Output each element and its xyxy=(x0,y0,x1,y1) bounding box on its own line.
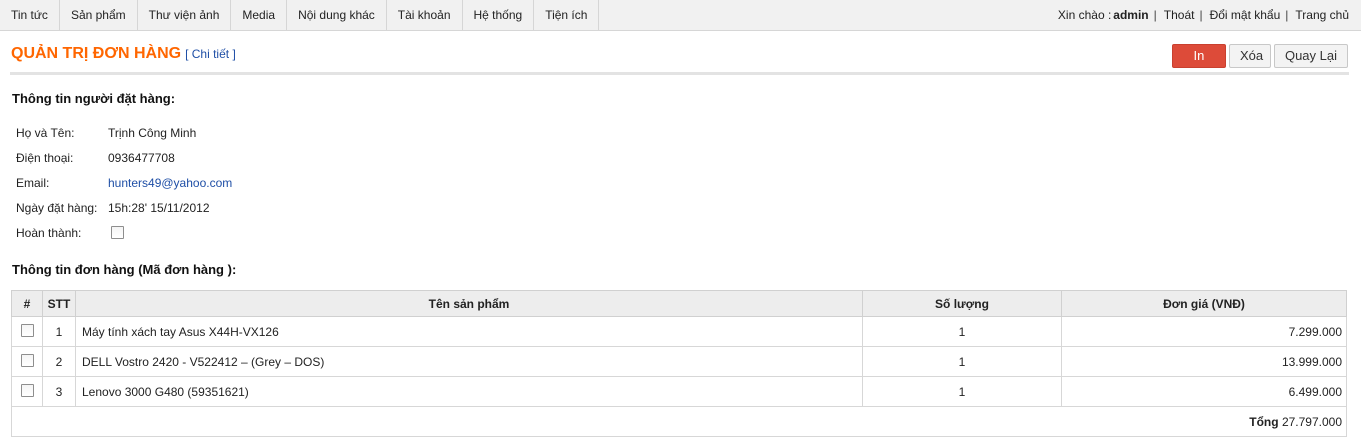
table-header-row: # STT Tên sản phẩm Số lượng Đơn giá (VNĐ… xyxy=(11,290,1347,317)
phone-label: Điện thoại: xyxy=(16,150,74,165)
completed-label: Hoàn thành: xyxy=(16,225,82,240)
product-name-cell: Máy tính xách tay Asus X44H-VX126 xyxy=(75,316,863,347)
stt-cell: 3 xyxy=(42,376,76,407)
column-header-quantity: Số lượng xyxy=(862,290,1062,317)
column-header-stt: STT xyxy=(42,290,76,317)
top-nav-bar: Tin tức Sản phẩm Thư viện ảnh Media Nội … xyxy=(0,0,1361,31)
phone-value: 0936477708 xyxy=(108,150,175,165)
stt-cell: 1 xyxy=(42,316,76,347)
column-header-unit-price: Đơn giá (VNĐ) xyxy=(1061,290,1347,317)
menu-item-media[interactable]: Media xyxy=(231,0,288,30)
customer-section-title: Thông tin người đặt hàng: xyxy=(12,91,176,106)
logout-link[interactable]: Thoát xyxy=(1164,8,1195,22)
detail-link[interactable]: [ Chi tiết ] xyxy=(185,47,236,61)
separator: | xyxy=(1285,8,1289,22)
email-label: Email: xyxy=(16,175,50,190)
info-row-completed: Hoàn thành: xyxy=(16,220,1361,245)
unit-price-cell: 6.499.000 xyxy=(1061,376,1347,407)
user-links: Xin chào : admin | Thoát | Đổi mật khẩu … xyxy=(1058,0,1361,30)
quantity-cell: 1 xyxy=(862,346,1062,377)
info-row-phone: Điện thoại: 0936477708 xyxy=(16,145,1361,170)
row-select-cell xyxy=(11,346,43,377)
order-date-value: 15h:28' 15/11/2012 xyxy=(108,200,210,215)
change-password-link[interactable]: Đổi mật khẩu xyxy=(1210,8,1281,22)
column-header-select: # xyxy=(11,290,43,317)
separator: | xyxy=(1153,8,1157,22)
menu-item-other-content[interactable]: Nội dung khác xyxy=(287,0,387,30)
back-button[interactable]: Quay Lại xyxy=(1273,44,1348,68)
info-row-email: Email: hunters49@yahoo.com xyxy=(16,170,1361,195)
menu-item-utilities[interactable]: Tiện ích xyxy=(534,0,600,30)
total-cell: Tổng 27.797.000 xyxy=(11,406,1347,437)
total-row: Tổng 27.797.000 xyxy=(11,406,1347,437)
username-text: admin xyxy=(1113,8,1149,22)
name-value: Trịnh Công Minh xyxy=(108,125,197,140)
row-select-cell xyxy=(11,316,43,347)
customer-info: Họ và Tên: Trịnh Công Minh Điện thoại: 0… xyxy=(16,120,1361,245)
menu-item-products[interactable]: Sản phẩm xyxy=(60,0,138,30)
main-menu: Tin tức Sản phẩm Thư viện ảnh Media Nội … xyxy=(0,0,600,30)
page-title-text: QUẢN TRỊ ĐƠN HÀNG xyxy=(11,45,182,62)
menu-item-news[interactable]: Tin tức xyxy=(0,0,60,30)
table-row: 1 Máy tính xách tay Asus X44H-VX126 1 7.… xyxy=(11,316,1347,347)
separator: | xyxy=(1199,8,1203,22)
row-select-cell xyxy=(11,376,43,407)
row-checkbox[interactable] xyxy=(20,353,34,367)
stt-cell: 2 xyxy=(42,346,76,377)
unit-price-cell: 7.299.000 xyxy=(1061,316,1347,347)
quantity-cell: 1 xyxy=(862,376,1062,407)
home-link[interactable]: Trang chủ xyxy=(1295,8,1349,22)
column-header-product-name: Tên sản phẩm xyxy=(75,290,863,317)
info-row-name: Họ và Tên: Trịnh Công Minh xyxy=(16,120,1361,145)
table-row: 2 DELL Vostro 2420 - V522412 – (Grey – D… xyxy=(11,346,1347,377)
greeting-text: Xin chào : xyxy=(1057,8,1112,22)
unit-price-cell: 13.999.000 xyxy=(1061,346,1347,377)
row-checkbox[interactable] xyxy=(20,383,34,397)
name-label: Họ và Tên: xyxy=(16,125,75,140)
info-row-date: Ngày đặt hàng: 15h:28' 15/11/2012 xyxy=(16,195,1361,220)
table-row: 3 Lenovo 3000 G480 (59351621) 1 6.499.00… xyxy=(11,376,1347,407)
order-section-title: Thông tin đơn hàng (Mã đơn hàng ): xyxy=(12,262,237,277)
action-buttons: In Xóa Quay Lại xyxy=(1171,44,1348,68)
menu-item-system[interactable]: Hệ thống xyxy=(463,0,535,30)
row-checkbox[interactable] xyxy=(20,323,34,337)
product-name-cell: Lenovo 3000 G480 (59351621) xyxy=(75,376,863,407)
order-date-label: Ngày đặt hàng: xyxy=(16,200,98,215)
quantity-cell: 1 xyxy=(862,316,1062,347)
product-name-cell: DELL Vostro 2420 - V522412 – (Grey – DOS… xyxy=(75,346,863,377)
page-title: QUẢN TRỊ ĐƠN HÀNG[ Chi tiết ] xyxy=(11,45,236,63)
menu-item-accounts[interactable]: Tài khoản xyxy=(387,0,463,30)
completed-checkbox[interactable] xyxy=(111,226,124,239)
menu-item-gallery[interactable]: Thư viện ảnh xyxy=(138,0,232,30)
order-items-table: # STT Tên sản phẩm Số lượng Đơn giá (VNĐ… xyxy=(11,290,1347,437)
total-label: Tổng xyxy=(1249,414,1279,429)
total-value: 27.797.000 xyxy=(1281,414,1342,429)
email-link[interactable]: hunters49@yahoo.com xyxy=(108,176,232,190)
delete-button[interactable]: Xóa xyxy=(1228,44,1271,68)
print-button[interactable]: In xyxy=(1171,44,1226,68)
page-header: QUẢN TRỊ ĐƠN HÀNG[ Chi tiết ] In Xóa Qua… xyxy=(10,31,1349,75)
